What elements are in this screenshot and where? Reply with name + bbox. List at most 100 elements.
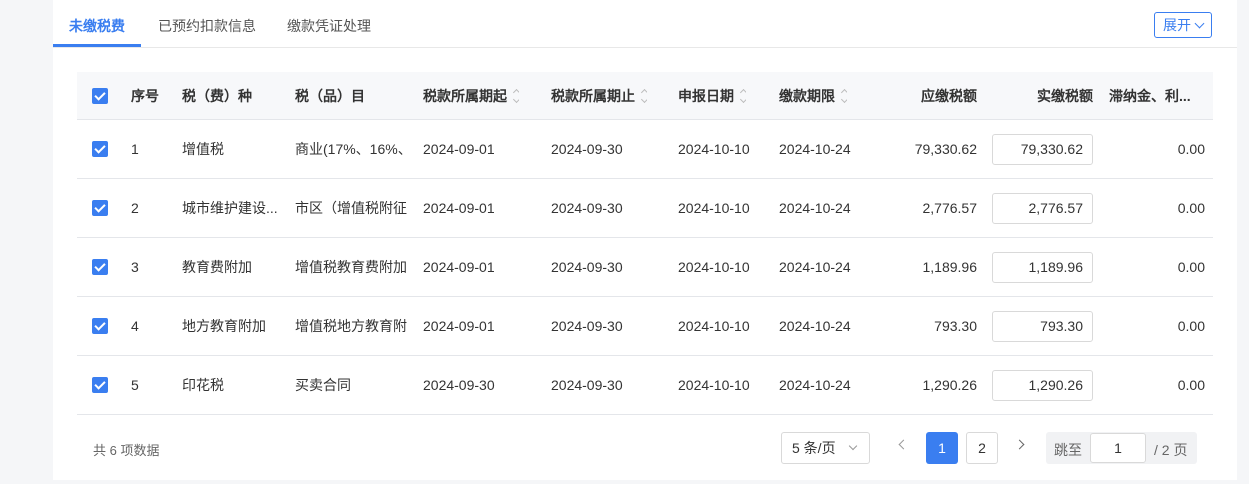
row-period-start: 2024-09-30 [423, 377, 495, 393]
table-row[interactable]: 3 教育费附加 增值税教育费附加 2024-09-01 2024-09-30 2… [77, 238, 1213, 297]
col-tax-item: 税（品）目 [295, 87, 365, 104]
col-paid: 实缴税额 [1037, 87, 1093, 104]
row-payable: 1,290.26 [922, 377, 978, 393]
row-payable: 1,189.96 [922, 259, 978, 275]
row-paid-cell [992, 238, 1093, 296]
paid-amount-input[interactable] [992, 133, 1093, 165]
row-period-end: 2024-09-30 [551, 318, 623, 334]
row-checkbox[interactable] [92, 259, 108, 275]
row-report-date: 2024-10-10 [678, 377, 750, 393]
row-checkbox[interactable] [92, 200, 108, 216]
expand-button[interactable]: 展开 [1154, 12, 1212, 38]
paid-amount-input[interactable] [992, 192, 1093, 224]
col-period-start-label: 税款所属期起 [423, 87, 507, 104]
row-tax-item: 市区（增值税附征 [295, 200, 407, 216]
row-index: 1 [131, 141, 139, 157]
row-paid-cell [992, 120, 1093, 178]
paid-amount-input[interactable] [992, 369, 1093, 401]
row-tax-item: 买卖合同 [295, 377, 351, 393]
main-panel: 未缴税费 已预约扣款信息 缴款凭证处理 展开 序号 税（费）种 税（品）目 税款… [53, 0, 1237, 480]
chevron-down-icon [848, 441, 858, 451]
page-button-1[interactable]: 1 [926, 432, 958, 464]
row-late-fee: 0.00 [1177, 200, 1205, 216]
row-payable: 2,776.57 [922, 200, 978, 216]
row-period-start: 2024-09-01 [423, 259, 495, 275]
row-tax-type: 地方教育附加 [182, 318, 266, 334]
row-tax-type: 增值税 [182, 141, 224, 157]
expand-label: 展开 [1163, 17, 1191, 33]
row-late-fee: 0.00 [1177, 377, 1205, 393]
col-deadline[interactable]: 缴款期限 [779, 72, 847, 119]
row-index: 5 [131, 377, 139, 393]
row-paid-cell [992, 179, 1093, 237]
col-index: 序号 [131, 87, 159, 104]
col-report-date[interactable]: 申报日期 [678, 72, 746, 119]
jump-label: 跳至 [1054, 442, 1082, 458]
table-row[interactable]: 5 印花税 买卖合同 2024-09-30 2024-09-30 2024-10… [77, 356, 1213, 415]
page-button-2[interactable]: 2 [966, 432, 998, 464]
col-deadline-label: 缴款期限 [779, 87, 835, 104]
row-deadline: 2024-10-24 [779, 200, 851, 216]
row-deadline: 2024-10-24 [779, 377, 851, 393]
row-checkbox[interactable] [92, 141, 108, 157]
row-index: 3 [131, 259, 139, 275]
table-row[interactable]: 2 城市维护建设... 市区（增值税附征 2024-09-01 2024-09-… [77, 179, 1213, 238]
col-late-fee: 滞纳金、利... [1109, 87, 1191, 104]
row-period-end: 2024-09-30 [551, 259, 623, 275]
row-period-end: 2024-09-30 [551, 377, 623, 393]
sort-icon [739, 88, 746, 103]
row-select-cell [92, 120, 108, 178]
col-period-start[interactable]: 税款所属期起 [423, 72, 519, 119]
row-deadline: 2024-10-24 [779, 318, 851, 334]
sort-icon [640, 88, 647, 103]
row-report-date: 2024-10-10 [678, 259, 750, 275]
row-checkbox[interactable] [92, 318, 108, 334]
jump-page-input[interactable] [1090, 433, 1146, 463]
tab-unpaid-taxes[interactable]: 未缴税费 [69, 16, 125, 36]
row-tax-type: 教育费附加 [182, 259, 252, 275]
row-tax-item: 增值税教育费附加 [295, 259, 407, 275]
row-late-fee: 0.00 [1177, 318, 1205, 334]
total-pages-label: / 2 页 [1154, 442, 1188, 458]
table-row[interactable]: 4 地方教育附加 增值税地方教育附 2024-09-01 2024-09-30 … [77, 297, 1213, 356]
row-select-cell [92, 179, 108, 237]
select-all-checkbox[interactable] [92, 87, 108, 104]
row-payable: 79,330.62 [914, 141, 977, 157]
row-tax-item: 增值税地方教育附 [295, 318, 407, 334]
col-period-end-label: 税款所属期止 [551, 87, 635, 104]
row-late-fee: 0.00 [1177, 141, 1205, 157]
row-select-cell [92, 356, 108, 414]
page-size-select[interactable]: 5 条/页 [781, 432, 870, 464]
next-page-icon[interactable] [1014, 439, 1025, 450]
row-period-end: 2024-09-30 [551, 200, 623, 216]
row-deadline: 2024-10-24 [779, 141, 851, 157]
row-period-start: 2024-09-01 [423, 141, 495, 157]
col-report-date-label: 申报日期 [678, 87, 734, 104]
row-tax-item: 商业(17%、16%、 [295, 141, 409, 157]
table-header: 序号 税（费）种 税（品）目 税款所属期起 税款所属期止 申报日期 缴款期限 应… [77, 72, 1213, 120]
row-tax-type: 城市维护建设... [182, 200, 278, 216]
table-row[interactable]: 1 增值税 商业(17%、16%、 2024-09-01 2024-09-30 … [77, 120, 1213, 179]
prev-page-icon[interactable] [898, 439, 909, 450]
page-jumper: 跳至 / 2 页 [1046, 432, 1197, 464]
row-select-cell [92, 297, 108, 355]
col-period-end[interactable]: 税款所属期止 [551, 72, 647, 119]
page-size-value: 5 条/页 [792, 440, 836, 456]
tab-bar: 未缴税费 已预约扣款信息 缴款凭证处理 展开 [53, 0, 1237, 48]
row-checkbox[interactable] [92, 377, 108, 393]
row-late-fee: 0.00 [1177, 259, 1205, 275]
table-body: 1 增值税 商业(17%、16%、 2024-09-01 2024-09-30 … [77, 120, 1213, 415]
row-period-start: 2024-09-01 [423, 200, 495, 216]
row-paid-cell [992, 356, 1093, 414]
tab-payment-voucher[interactable]: 缴款凭证处理 [287, 16, 371, 36]
row-paid-cell [992, 297, 1093, 355]
paid-amount-input[interactable] [992, 310, 1093, 342]
row-index: 4 [131, 318, 139, 334]
tab-scheduled-deductions[interactable]: 已预约扣款信息 [158, 16, 256, 36]
sort-icon [840, 88, 847, 103]
row-report-date: 2024-10-10 [678, 318, 750, 334]
active-tab-indicator [53, 44, 141, 47]
row-deadline: 2024-10-24 [779, 259, 851, 275]
paid-amount-input[interactable] [992, 251, 1093, 283]
row-select-cell [92, 238, 108, 296]
